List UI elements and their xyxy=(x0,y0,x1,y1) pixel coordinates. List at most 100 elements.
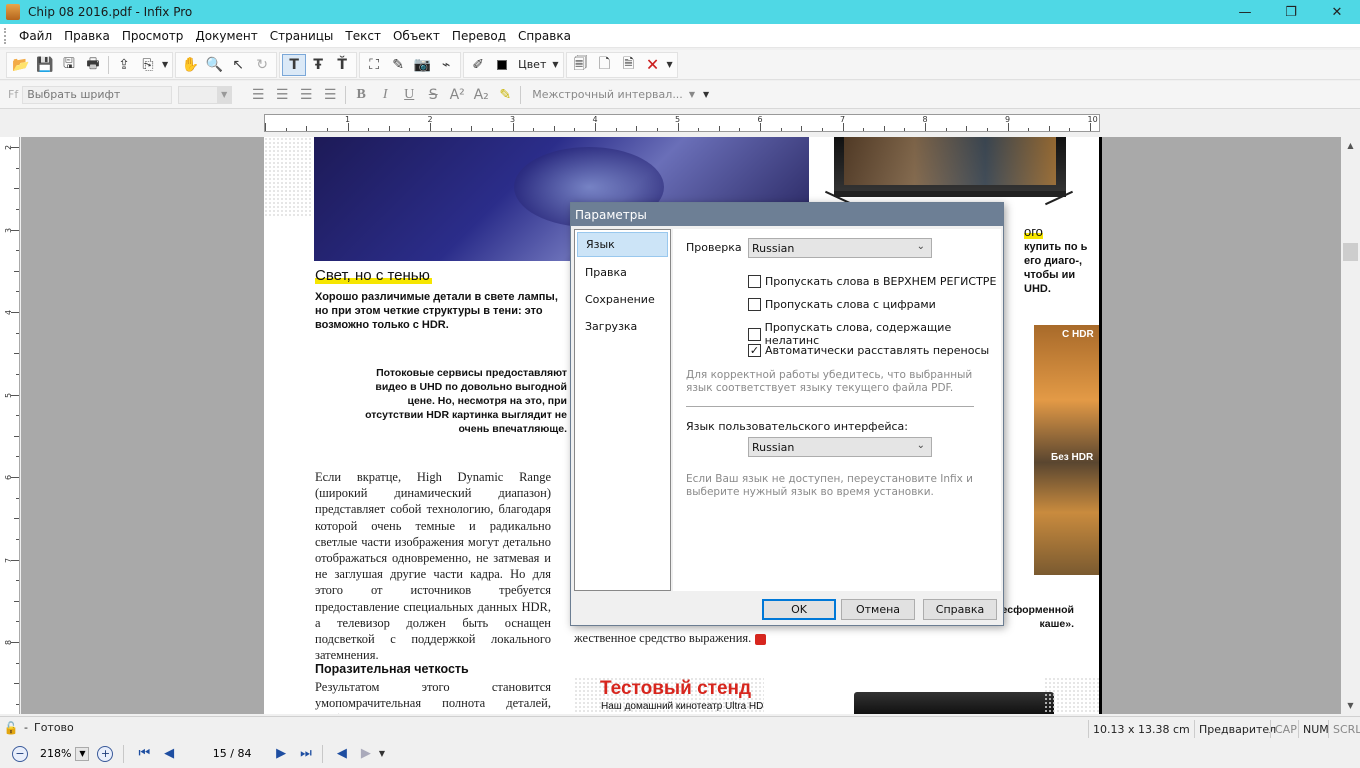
page-icon-1[interactable]: 🗐 xyxy=(569,54,593,76)
link-icon[interactable]: ⌁ xyxy=(434,54,458,76)
zoom-value[interactable]: 218% xyxy=(40,747,71,760)
scrollbar-thumb[interactable] xyxy=(1343,243,1358,261)
first-page-icon[interactable]: ⏮ xyxy=(138,746,150,761)
page-photo-tv[interactable] xyxy=(834,137,1066,197)
test-bench-title[interactable]: Тестовый стенд xyxy=(600,678,751,700)
text-tool-icon[interactable]: T xyxy=(282,53,307,76)
help-button[interactable]: Справка xyxy=(923,599,997,620)
menu-document[interactable]: Документ xyxy=(189,29,263,43)
maximize-button[interactable]: ❐ xyxy=(1268,0,1314,24)
checkbox-auto-hyphenate[interactable]: ✓ xyxy=(748,344,761,357)
menu-help[interactable]: Справка xyxy=(512,29,577,43)
scroll-down-icon[interactable]: ▼ xyxy=(1341,697,1360,714)
strikethrough-icon[interactable]: S xyxy=(421,84,445,106)
forward-icon[interactable]: ▶ xyxy=(361,746,371,761)
page-mid-text[interactable]: жественное средство выражения. xyxy=(574,631,767,646)
next-page-icon[interactable]: ▶ xyxy=(276,746,286,761)
chevron-down-icon[interactable]: ▼ xyxy=(75,746,90,761)
page-indicator[interactable]: 15 / 84 xyxy=(202,747,262,760)
menu-text[interactable]: Текст xyxy=(339,29,387,43)
italic-icon[interactable]: I xyxy=(373,84,397,106)
eyedropper-icon[interactable]: ✐ xyxy=(466,54,490,76)
menu-pages[interactable]: Страницы xyxy=(264,29,340,43)
import-icon[interactable]: ⎘ xyxy=(136,54,160,76)
dialog-title[interactable]: Параметры xyxy=(571,203,1003,226)
rotate-icon[interactable]: ↻ xyxy=(250,54,274,76)
camera-icon[interactable]: 📷 xyxy=(410,54,434,76)
checkbox-skip-uppercase[interactable] xyxy=(748,275,761,288)
checkbox-skip-digits[interactable] xyxy=(748,298,761,311)
text-edit-icon[interactable]: Ŧ xyxy=(306,54,330,76)
cancel-button[interactable]: Отмена xyxy=(841,599,915,620)
line-spacing-select[interactable]: Межстрочный интервал... xyxy=(532,88,683,101)
bold-icon[interactable]: B xyxy=(349,84,373,106)
chevron-down-icon[interactable]: ▼ xyxy=(160,60,170,69)
page-icon-2[interactable]: 🗋 xyxy=(593,54,617,76)
vertical-scrollbar[interactable]: ▲ ▼ xyxy=(1341,137,1360,714)
option-skip-uppercase[interactable]: Пропускать слова в ВЕРХНЕМ РЕГИСТРЕ xyxy=(748,275,996,288)
close-button[interactable]: ✕ xyxy=(1314,0,1360,24)
export-icon[interactable]: ⇪ xyxy=(112,54,136,76)
dialog-nav-save[interactable]: Сохранение xyxy=(575,286,670,313)
zoom-icon[interactable]: 🔍 xyxy=(202,54,226,76)
font-select[interactable]: Выбрать шрифт xyxy=(22,85,173,104)
checkbox-skip-nonlatin[interactable] xyxy=(748,327,761,341)
back-icon[interactable]: ◀ xyxy=(337,746,347,761)
crop-icon[interactable]: ⛶ xyxy=(362,54,386,76)
align-right-icon[interactable]: ☰ xyxy=(294,84,318,106)
highlight-icon[interactable]: ✎ xyxy=(493,84,517,106)
text-flow-icon[interactable]: Ť xyxy=(330,54,354,76)
test-bench-subtitle[interactable]: Наш домашний кинотеатр Ultra HD xyxy=(601,701,763,712)
ui-language-select[interactable]: Russian ⌄ xyxy=(748,437,932,457)
spellcheck-language-select[interactable]: Russian ⌄ xyxy=(748,238,932,258)
align-justify-icon[interactable]: ☰ xyxy=(318,84,342,106)
chevron-down-icon[interactable]: ▼ xyxy=(665,60,675,69)
font-size-select[interactable]: ▼ xyxy=(178,85,233,104)
chevron-down-icon[interactable]: ▼ xyxy=(687,90,697,99)
print-icon[interactable]: 🖶 xyxy=(81,54,105,76)
superscript-icon[interactable]: A² xyxy=(445,84,469,106)
menu-file[interactable]: Файл xyxy=(13,29,58,43)
minimize-button[interactable]: — xyxy=(1222,0,1268,24)
menu-edit[interactable]: Правка xyxy=(58,29,116,43)
open-icon[interactable]: 📂 xyxy=(9,54,33,76)
page-lede[interactable]: Хорошо различимые детали в свете лампы, … xyxy=(315,290,560,332)
dialog-nav-edit[interactable]: Правка xyxy=(575,259,670,286)
align-left-icon[interactable]: ☰ xyxy=(246,84,270,106)
pen-icon[interactable]: ✎ xyxy=(386,54,410,76)
page-body-text-2[interactable]: Результатом этого становится умопомрачит… xyxy=(315,679,551,714)
page-body-text[interactable]: Если вкратце, High Dynamic Range (широки… xyxy=(315,469,551,663)
right-column-text[interactable]: ого купить по ь его диаго-, чтобы ии UHD… xyxy=(1024,224,1099,296)
underline-icon[interactable]: U xyxy=(397,84,421,106)
zoom-in-icon[interactable]: + xyxy=(97,745,114,762)
menu-translate[interactable]: Перевод xyxy=(446,29,512,43)
subscript-icon[interactable]: A₂ xyxy=(469,84,493,106)
page-delete-icon[interactable]: 🗙 xyxy=(641,54,665,76)
select-arrow-icon[interactable]: ↖ xyxy=(226,54,250,76)
zoom-out-icon[interactable]: − xyxy=(12,745,28,762)
page-heading[interactable]: Свет, но с тенью xyxy=(315,267,432,284)
previous-page-icon[interactable]: ◀ xyxy=(164,746,174,761)
page-photo-device[interactable] xyxy=(854,692,1054,714)
lock-icon[interactable]: 🔓 xyxy=(4,721,19,735)
align-center-icon[interactable]: ☰ xyxy=(270,84,294,106)
menu-view[interactable]: Просмотр xyxy=(116,29,190,43)
chevron-down-icon[interactable]: ▼ xyxy=(377,749,387,758)
last-page-icon[interactable]: ⏭ xyxy=(300,746,312,761)
dialog-nav-language[interactable]: Язык xyxy=(577,232,668,257)
page-icon-3[interactable]: 🗎 xyxy=(617,54,641,76)
save-as-icon[interactable]: 🖫 xyxy=(57,54,81,76)
color-label[interactable]: Цвет xyxy=(514,58,550,71)
scroll-up-icon[interactable]: ▲ xyxy=(1341,137,1360,154)
hand-icon[interactable]: ✋ xyxy=(178,54,202,76)
chevron-down-icon[interactable]: ▼ xyxy=(550,60,560,69)
chevron-down-icon[interactable]: ▼ xyxy=(701,90,711,99)
page-subheading[interactable]: Поразительная четкость xyxy=(315,662,469,676)
page-quote[interactable]: Потоковые сервисы предоставляют видео в … xyxy=(364,366,567,436)
option-skip-digits[interactable]: Пропускать слова с цифрами xyxy=(748,298,936,311)
save-icon[interactable]: 💾 xyxy=(33,54,57,76)
option-auto-hyphenate[interactable]: ✓ Автоматически расставлять переносы xyxy=(748,344,989,357)
dialog-nav-load[interactable]: Загрузка xyxy=(575,313,670,340)
ok-button[interactable]: OK xyxy=(762,599,836,620)
menu-object[interactable]: Объект xyxy=(387,29,446,43)
